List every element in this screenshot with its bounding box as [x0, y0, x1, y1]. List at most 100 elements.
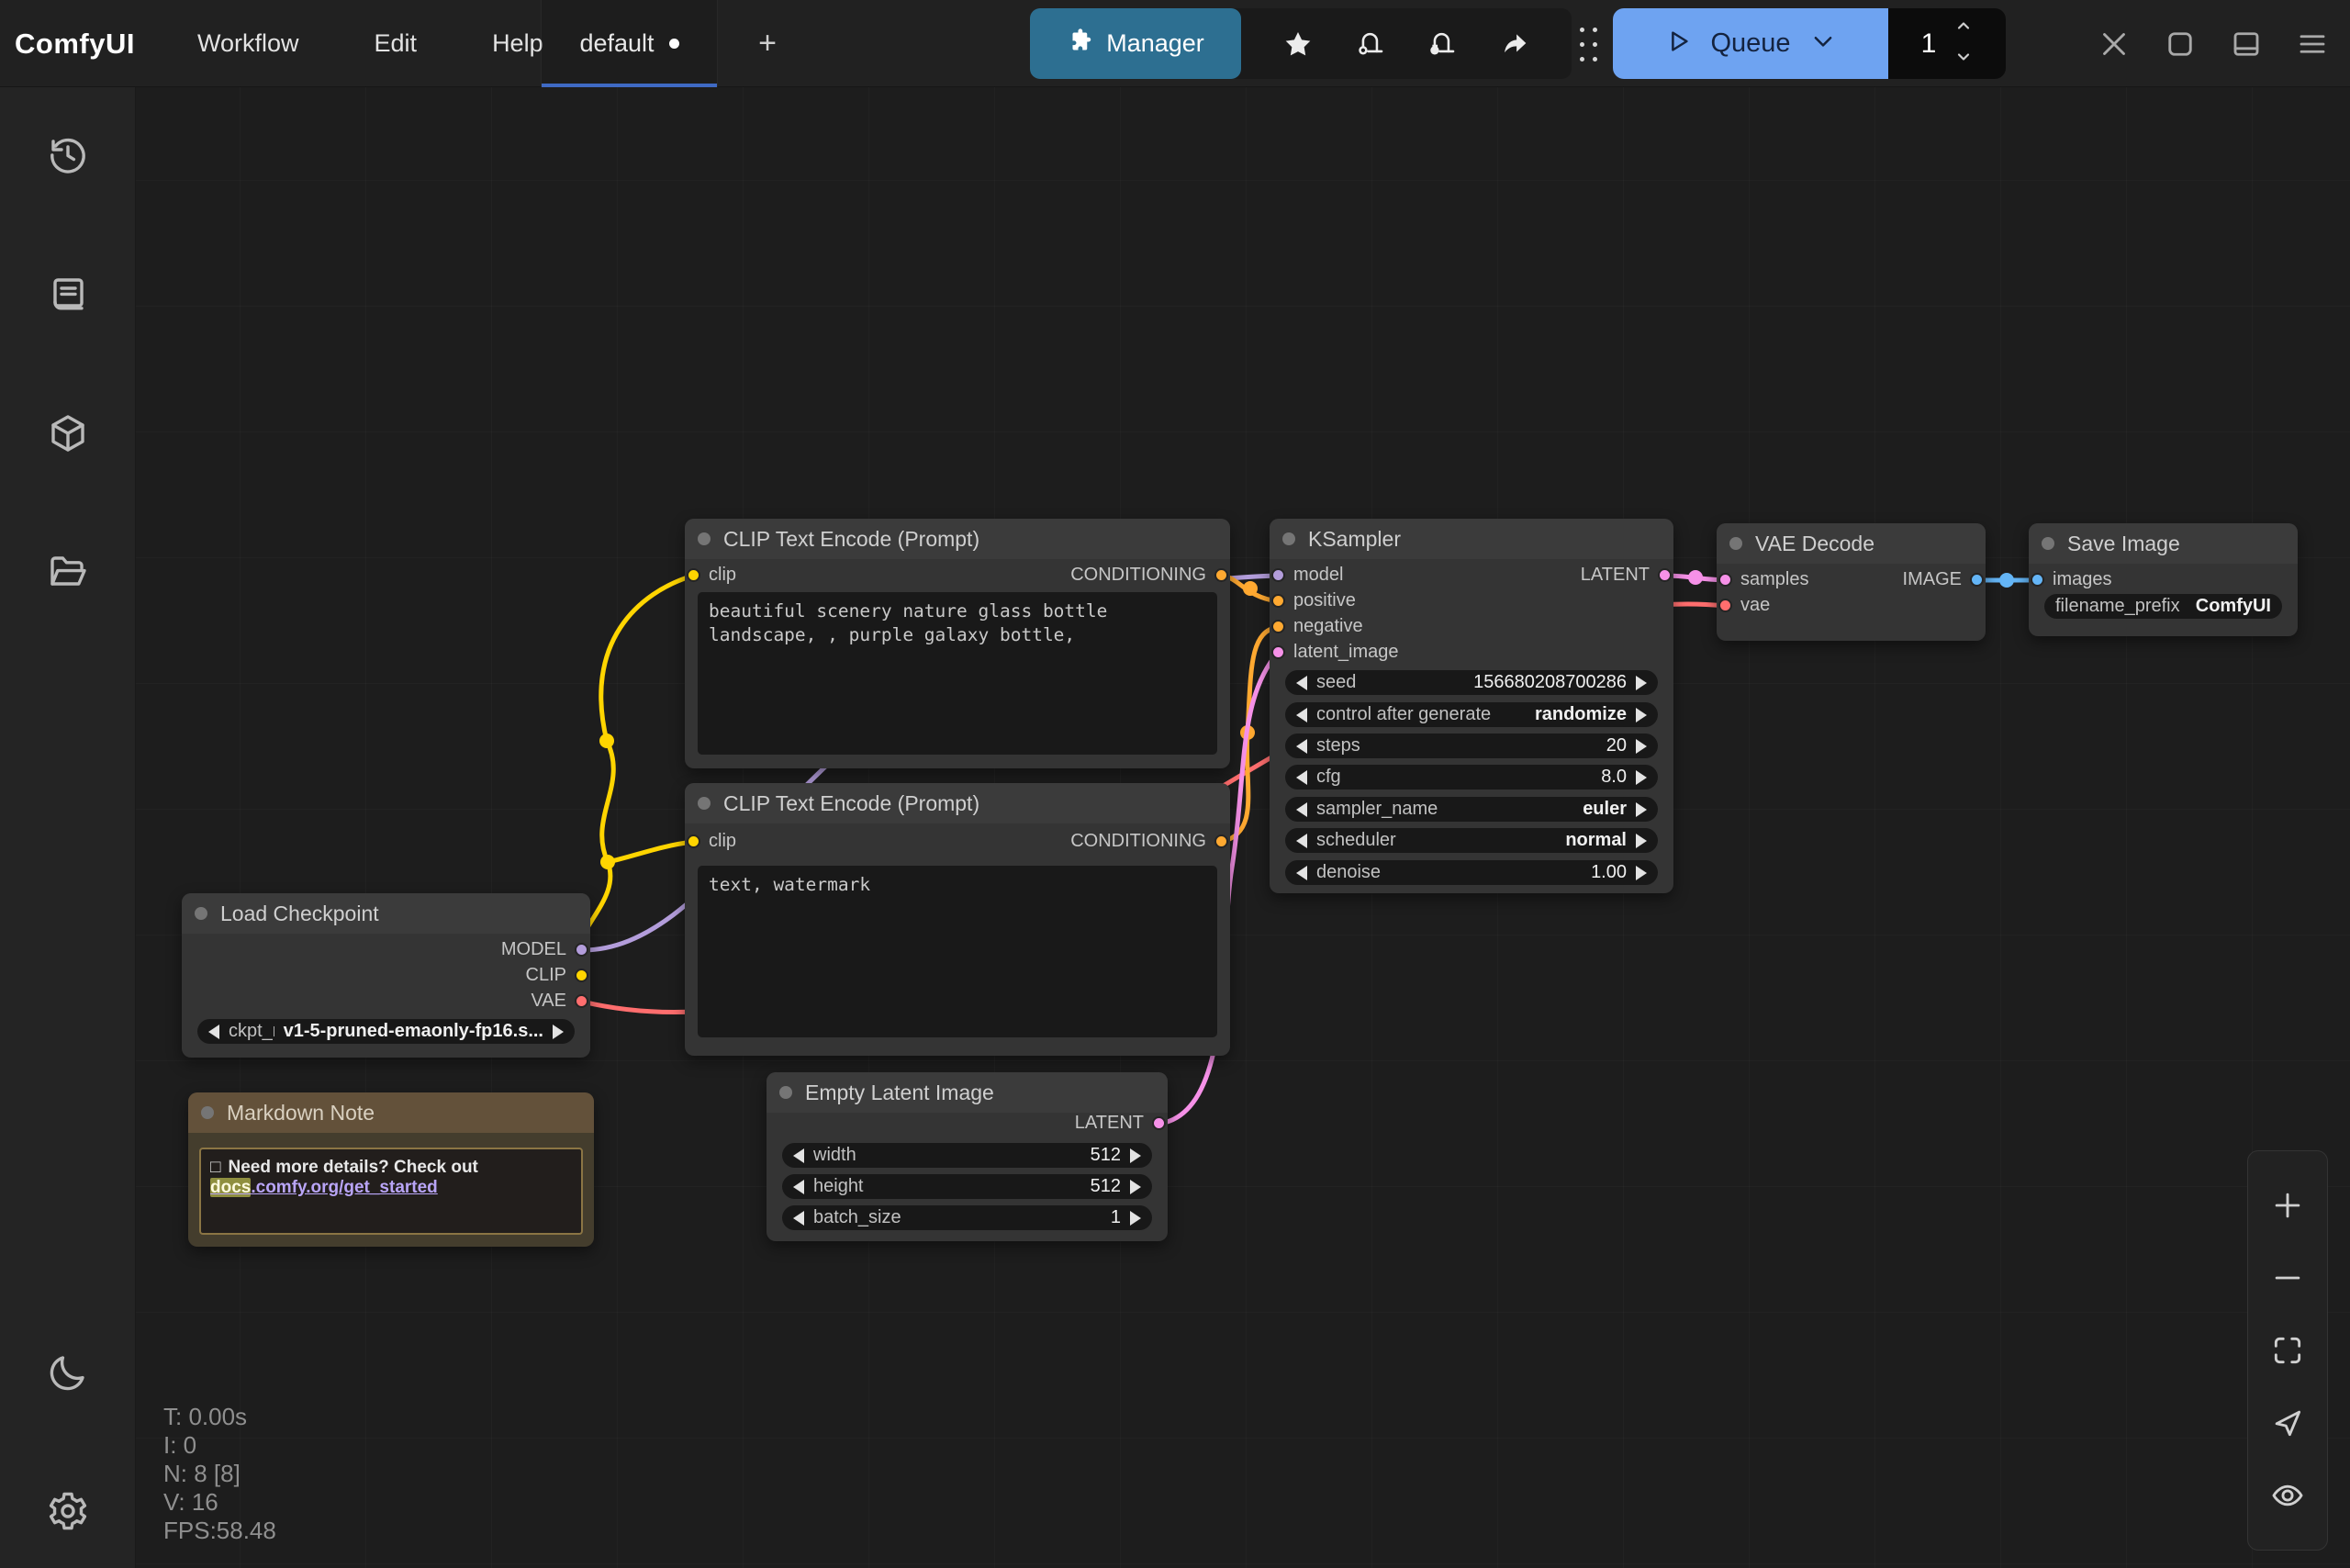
- zoom-out-minus-icon[interactable]: [2269, 1260, 2306, 1296]
- widget-right-arrow-icon[interactable]: [1130, 1180, 1141, 1194]
- input-port-images[interactable]: [2031, 573, 2044, 587]
- output-port-IMAGE[interactable]: [1970, 573, 1984, 587]
- input-port-clip[interactable]: [687, 834, 700, 848]
- node-header[interactable]: VAE Decode: [1717, 523, 1986, 564]
- widget-left-arrow-icon[interactable]: [1296, 834, 1307, 848]
- widget-control-after-generate[interactable]: control after generaterandomize: [1285, 702, 1658, 727]
- output-port-LATENT[interactable]: [1658, 568, 1672, 582]
- widget-left-arrow-icon[interactable]: [1296, 802, 1307, 817]
- output-port-VAE[interactable]: [575, 994, 588, 1008]
- output-port-MODEL[interactable]: [575, 943, 588, 957]
- share-forward-icon[interactable]: [1499, 28, 1530, 60]
- widget-right-arrow-icon[interactable]: [1636, 739, 1647, 754]
- menu-item-edit[interactable]: Edit: [365, 24, 427, 63]
- collapse-dot-icon[interactable]: [779, 1086, 792, 1099]
- maximize-square-icon[interactable]: [2163, 27, 2198, 62]
- batch-count-value[interactable]: 1: [1921, 28, 1937, 60]
- widget-left-arrow-icon[interactable]: [1296, 676, 1307, 690]
- input-port-positive[interactable]: [1271, 594, 1285, 608]
- widget-left-arrow-icon[interactable]: [1296, 739, 1307, 754]
- collapse-dot-icon[interactable]: [1729, 537, 1742, 550]
- star-icon[interactable]: [1282, 28, 1314, 60]
- widget-sampler_name[interactable]: sampler_nameeuler: [1285, 797, 1658, 822]
- widget-right-arrow-icon[interactable]: [1636, 834, 1647, 848]
- hamburger-menu-icon[interactable]: [2295, 27, 2330, 62]
- node-header[interactable]: Save Image: [2029, 523, 2298, 564]
- widget-seed[interactable]: seed156680208700286: [1285, 670, 1658, 695]
- close-x-icon[interactable]: [2097, 27, 2132, 62]
- sidebar-workflows-folder-icon[interactable]: [42, 546, 94, 598]
- vacuum-filled-icon[interactable]: [1427, 28, 1458, 60]
- widget-width[interactable]: width512: [782, 1143, 1152, 1168]
- node-header[interactable]: KSampler: [1270, 519, 1673, 559]
- menu-item-workflow[interactable]: Workflow: [188, 24, 308, 63]
- widget-right-arrow-icon[interactable]: [553, 1025, 564, 1039]
- widget-right-arrow-icon[interactable]: [1636, 708, 1647, 722]
- docs-link[interactable]: docs.comfy.org/get_started: [210, 1178, 438, 1197]
- node-header[interactable]: Empty Latent Image: [767, 1072, 1168, 1113]
- batch-decrement-caret-down-icon[interactable]: [1954, 48, 1973, 71]
- widget-right-arrow-icon[interactable]: [1636, 770, 1647, 785]
- input-port-latent_image[interactable]: [1271, 645, 1285, 659]
- sidebar-history-icon[interactable]: [42, 129, 94, 181]
- chevron-down-icon[interactable]: [1809, 28, 1837, 60]
- batch-count-stepper[interactable]: [1954, 17, 1973, 71]
- widget-left-arrow-icon[interactable]: [1296, 770, 1307, 785]
- input-port-negative[interactable]: [1271, 620, 1285, 633]
- input-port-clip[interactable]: [687, 568, 700, 582]
- zoom-in-plus-icon[interactable]: [2269, 1187, 2306, 1224]
- node-header[interactable]: CLIP Text Encode (Prompt): [685, 783, 1230, 823]
- collapse-dot-icon[interactable]: [1282, 532, 1295, 545]
- input-port-samples[interactable]: [1718, 573, 1732, 587]
- node-header[interactable]: Load Checkpoint: [182, 893, 590, 934]
- workflow-tab-default[interactable]: default: [541, 0, 718, 87]
- pan-pointer-icon[interactable]: [2269, 1405, 2306, 1441]
- collapse-dot-icon[interactable]: [201, 1106, 214, 1119]
- sidebar-queue-book-icon[interactable]: [42, 270, 94, 321]
- queue-button[interactable]: Queue: [1613, 8, 1888, 79]
- output-port-CONDITIONING[interactable]: [1214, 834, 1228, 848]
- widget-right-arrow-icon[interactable]: [1130, 1148, 1141, 1163]
- collapse-dot-icon[interactable]: [698, 532, 711, 545]
- widget-cfg[interactable]: cfg8.0: [1285, 765, 1658, 790]
- widget-right-arrow-icon[interactable]: [1636, 802, 1647, 817]
- batch-increment-caret-up-icon[interactable]: [1954, 17, 1973, 39]
- output-port-CLIP[interactable]: [575, 969, 588, 982]
- widget-height[interactable]: height512: [782, 1174, 1152, 1199]
- widget-batch_size[interactable]: batch_size1: [782, 1205, 1152, 1230]
- widget-left-arrow-icon[interactable]: [1296, 866, 1307, 880]
- widget-right-arrow-icon[interactable]: [1636, 866, 1647, 880]
- input-port-model[interactable]: [1271, 568, 1285, 582]
- collapse-dot-icon[interactable]: [2042, 537, 2054, 550]
- drag-handle[interactable]: [1575, 22, 1601, 66]
- collapse-dot-icon[interactable]: [195, 907, 207, 920]
- widget-left-arrow-icon[interactable]: [208, 1025, 219, 1039]
- node-header[interactable]: CLIP Text Encode (Prompt): [685, 519, 1230, 559]
- sidebar-settings-gear-icon[interactable]: [42, 1485, 94, 1537]
- widget-right-arrow-icon[interactable]: [1130, 1211, 1141, 1226]
- widget-right-arrow-icon[interactable]: [1636, 676, 1647, 690]
- toggle-visibility-eye-icon[interactable]: [2269, 1477, 2306, 1514]
- panel-bottom-icon[interactable]: [2229, 27, 2264, 62]
- node-header[interactable]: Markdown Note: [188, 1092, 594, 1133]
- vacuum-outline-icon[interactable]: [1355, 28, 1386, 60]
- manager-button[interactable]: Manager: [1030, 8, 1241, 79]
- collapse-dot-icon[interactable]: [698, 797, 711, 810]
- output-port-LATENT[interactable]: [1152, 1116, 1166, 1130]
- output-port-CONDITIONING[interactable]: [1214, 568, 1228, 582]
- sidebar-node-library-cube-icon[interactable]: [42, 408, 94, 459]
- widget-denoise[interactable]: denoise1.00: [1285, 860, 1658, 885]
- prompt-textarea[interactable]: beautiful scenery nature glass bottle la…: [698, 592, 1217, 755]
- input-port-vae[interactable]: [1718, 599, 1732, 612]
- graph-canvas[interactable]: [136, 87, 2350, 1568]
- new-workflow-tab-button[interactable]: +: [740, 0, 795, 87]
- widget-left-arrow-icon[interactable]: [793, 1148, 804, 1163]
- widget-left-arrow-icon[interactable]: [793, 1180, 804, 1194]
- prompt-textarea[interactable]: text, watermark: [698, 866, 1217, 1037]
- widget-left-arrow-icon[interactable]: [1296, 708, 1307, 722]
- widget-ckpt_name[interactable]: ckpt_namev1-5-pruned-emaonly-fp16.s...: [197, 1019, 575, 1044]
- widget-filename_prefix[interactable]: filename_prefixComfyUI: [2044, 594, 2282, 619]
- widget-steps[interactable]: steps20: [1285, 734, 1658, 758]
- widget-scheduler[interactable]: schedulernormal: [1285, 828, 1658, 853]
- fit-view-icon[interactable]: [2269, 1332, 2306, 1369]
